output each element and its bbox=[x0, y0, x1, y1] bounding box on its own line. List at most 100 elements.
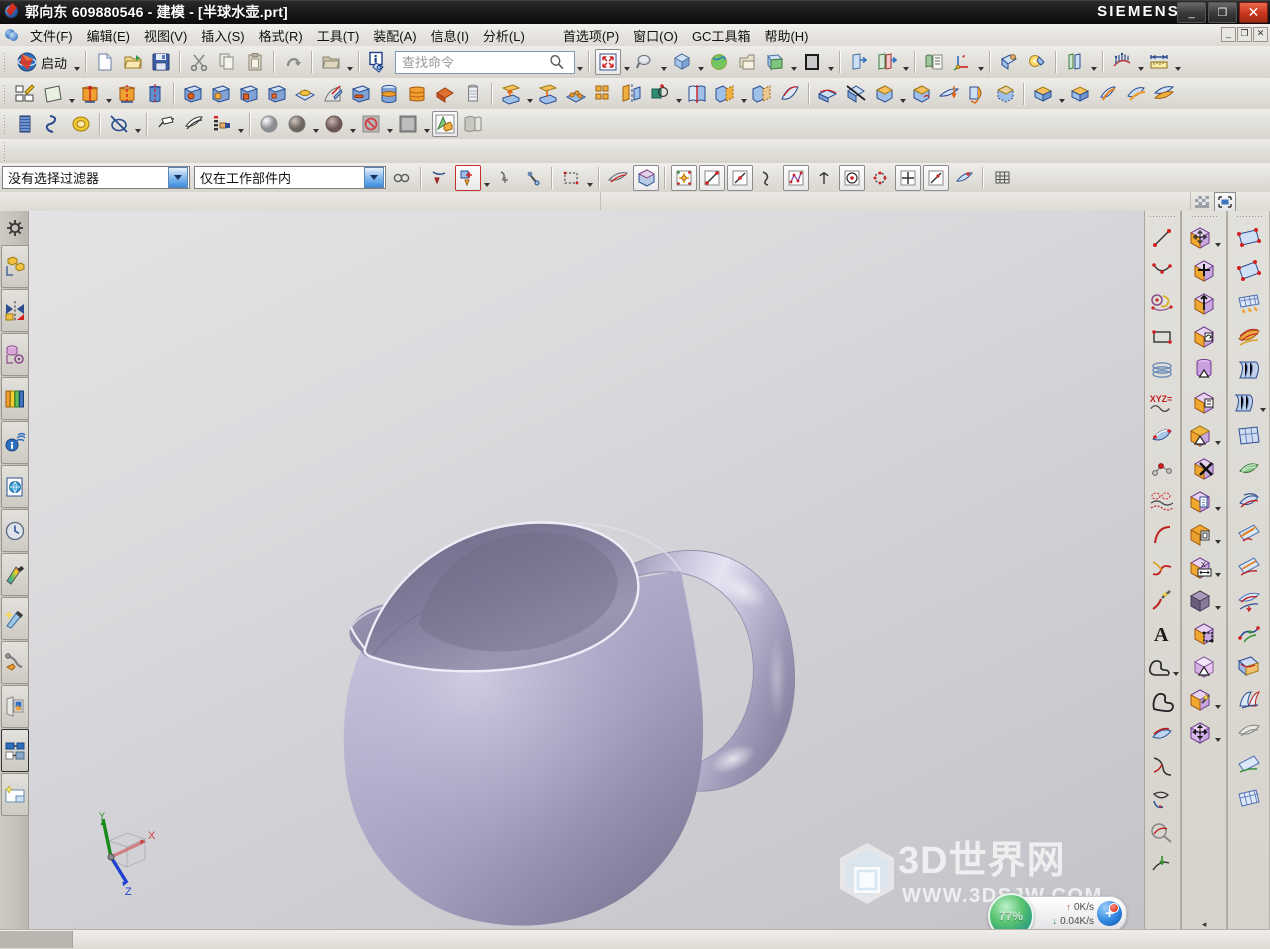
offset-region-tool[interactable] bbox=[1186, 518, 1223, 551]
body-select-button[interactable] bbox=[633, 164, 659, 191]
snap-intersection-button[interactable] bbox=[783, 164, 809, 191]
extra-toolbar-grip[interactable] bbox=[2, 140, 9, 162]
network-speed-widget[interactable]: 77% ↑ 0K/s ↓ 0.04K/s + bbox=[988, 893, 1127, 939]
trim-sheet-tool[interactable] bbox=[1235, 518, 1263, 551]
hide-button[interactable] bbox=[874, 49, 900, 75]
hole-button[interactable] bbox=[180, 81, 206, 107]
wrap-geometry-tool[interactable] bbox=[1190, 617, 1218, 650]
extrude-button[interactable] bbox=[77, 81, 103, 107]
region-boundary-tool[interactable] bbox=[1145, 650, 1180, 683]
groove-button[interactable] bbox=[376, 81, 402, 107]
resource-assembly-navigator[interactable] bbox=[1, 245, 29, 288]
rib-button[interactable] bbox=[432, 81, 458, 107]
render-dropdown-arrow[interactable] bbox=[826, 49, 835, 75]
n-sided-surface-tool[interactable] bbox=[1235, 452, 1263, 485]
menu-edit[interactable]: 编辑(E) bbox=[80, 24, 137, 47]
resource-hd3d-tools[interactable] bbox=[1, 421, 29, 464]
minimize-button[interactable]: _ bbox=[1177, 2, 1206, 23]
search-dropdown-arrow[interactable] bbox=[575, 49, 584, 75]
command-search-box[interactable] bbox=[395, 50, 576, 74]
studio-dropdown-arrow[interactable] bbox=[348, 111, 357, 137]
delete-face-tool[interactable] bbox=[1190, 452, 1218, 485]
cut-button[interactable] bbox=[186, 49, 212, 75]
resource-constraint-navigator[interactable] bbox=[1, 289, 29, 332]
synchronous-toolbar-grip[interactable] bbox=[1191, 213, 1218, 220]
network-add-button[interactable]: + bbox=[1097, 901, 1122, 926]
through-curves-tool[interactable] bbox=[1235, 419, 1263, 452]
toolbar-grip[interactable] bbox=[2, 51, 9, 73]
extend-sheet-button[interactable] bbox=[1123, 81, 1149, 107]
menu-assembly[interactable]: 装配(A) bbox=[366, 24, 423, 47]
analysis-button[interactable] bbox=[1109, 49, 1135, 75]
move-face-tool[interactable] bbox=[1186, 221, 1223, 254]
copy-paste-face-tool[interactable] bbox=[1186, 485, 1223, 518]
restore-graphics-window-button[interactable] bbox=[1214, 192, 1236, 212]
helix-tool[interactable] bbox=[1148, 287, 1176, 320]
resource-process-studio[interactable] bbox=[1, 641, 29, 684]
snap-midpoint-button[interactable] bbox=[727, 164, 753, 191]
true-shading-button[interactable] bbox=[432, 111, 458, 137]
studio-spline-tool[interactable] bbox=[1148, 254, 1176, 287]
aesthetic-blend-tool[interactable] bbox=[1235, 683, 1263, 716]
open-file-button[interactable] bbox=[120, 49, 146, 75]
variational-sweep-button[interactable] bbox=[142, 81, 168, 107]
point-set-tool[interactable] bbox=[1148, 452, 1176, 485]
intersection-curve-tool[interactable] bbox=[1148, 782, 1176, 815]
resource-roles[interactable] bbox=[1, 685, 29, 728]
background-button[interactable] bbox=[395, 111, 421, 137]
filter-curve-button[interactable] bbox=[427, 165, 453, 191]
thread-button[interactable] bbox=[12, 111, 38, 137]
face-select-button[interactable] bbox=[605, 165, 631, 191]
silhouette-flange-tool[interactable] bbox=[1235, 485, 1263, 518]
shell-body-dropdown-arrow[interactable] bbox=[1214, 586, 1223, 616]
offset-surface-button[interactable] bbox=[1151, 81, 1177, 107]
face-blend-tool[interactable] bbox=[1235, 650, 1263, 683]
sheet-from-curves-button[interactable] bbox=[777, 81, 803, 107]
menu-gc-toolbox[interactable]: GC工具箱 bbox=[685, 24, 758, 47]
resize-length-tool[interactable]: X bbox=[1186, 551, 1223, 584]
texture-button[interactable] bbox=[460, 111, 486, 137]
optimize-face-dropdown-arrow[interactable] bbox=[1214, 685, 1223, 715]
snap-arc-center-button[interactable] bbox=[811, 165, 837, 191]
menu-help[interactable]: 帮助(H) bbox=[757, 24, 815, 47]
resource-bar-options-button[interactable] bbox=[1, 212, 29, 244]
extend-sheet-tool[interactable] bbox=[1235, 551, 1263, 584]
resource-full-screen[interactable] bbox=[1, 773, 29, 816]
snap-control-point-button[interactable] bbox=[755, 165, 781, 191]
copy-button[interactable] bbox=[214, 49, 240, 75]
background-dropdown-arrow[interactable] bbox=[422, 111, 431, 137]
menu-tools[interactable]: 工具(T) bbox=[310, 24, 367, 47]
dimension-button[interactable] bbox=[1146, 49, 1172, 75]
model-pitcher[interactable] bbox=[29, 211, 1144, 929]
project-curve-tool[interactable] bbox=[1148, 716, 1176, 749]
region-boundary-dropdown-arrow[interactable] bbox=[1172, 652, 1180, 682]
helix-spring-button[interactable] bbox=[40, 111, 66, 137]
snap-existing-point-button[interactable] bbox=[895, 164, 921, 191]
surface-grid-tool[interactable] bbox=[1235, 782, 1263, 815]
selection-scope-chevron-down-icon[interactable] bbox=[364, 167, 384, 188]
view-section-button[interactable] bbox=[762, 49, 788, 75]
curve-toolbar-grip[interactable] bbox=[1149, 213, 1176, 220]
move-object-tool[interactable] bbox=[1190, 254, 1218, 287]
sew-dropdown-arrow[interactable] bbox=[1057, 81, 1066, 107]
resource-system-materials[interactable] bbox=[1, 553, 29, 596]
offset-curve-tool[interactable] bbox=[1148, 485, 1176, 518]
law-curve-tool[interactable]: XYZ= bbox=[1148, 386, 1176, 419]
studio-style-button[interactable] bbox=[321, 111, 347, 137]
wrap-geometry-button[interactable] bbox=[964, 81, 990, 107]
studio-surface-tool[interactable] bbox=[1235, 320, 1263, 353]
close-button[interactable]: ✕ bbox=[1239, 2, 1268, 23]
swept-tool[interactable] bbox=[1230, 386, 1267, 419]
feature-toolbar-grip[interactable] bbox=[2, 82, 9, 105]
extract-curve-button[interactable] bbox=[181, 111, 207, 137]
coil-button[interactable] bbox=[68, 111, 94, 137]
trim-body-button[interactable] bbox=[712, 81, 738, 107]
dimension-dropdown-arrow[interactable] bbox=[1173, 49, 1182, 75]
rotate-view-button[interactable] bbox=[669, 49, 695, 75]
datum-dropdown-arrow[interactable] bbox=[67, 81, 76, 107]
selection-filter-chevron-down-icon[interactable] bbox=[168, 167, 188, 188]
resource-reuse-library[interactable] bbox=[1, 377, 29, 420]
assembly-button[interactable] bbox=[1024, 49, 1050, 75]
material-dropdown-arrow[interactable] bbox=[311, 111, 320, 137]
feature-filter-button[interactable] bbox=[455, 164, 481, 191]
